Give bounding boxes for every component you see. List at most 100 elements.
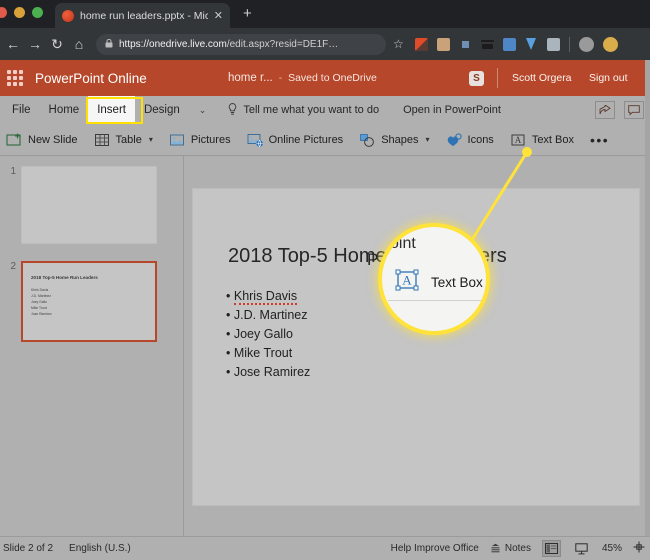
- slideshow-view-icon[interactable]: [572, 540, 591, 557]
- ext-image-icon[interactable]: [546, 37, 560, 51]
- language-label[interactable]: English (U.S.): [69, 543, 131, 554]
- thumbnail-bullets: Khris Davis J.D. Martinez Joey Gallo Mik…: [31, 287, 52, 317]
- ext-box-icon[interactable]: [436, 37, 450, 51]
- window-edge-strip: [645, 60, 650, 536]
- pictures-icon: [169, 132, 186, 148]
- shapes-button[interactable]: Shapes ▾: [351, 124, 437, 156]
- comment-icon[interactable]: [624, 101, 644, 119]
- chevron-down-icon[interactable]: ▾: [426, 135, 430, 144]
- thumbnail-preview-selected[interactable]: 2018 Top-5 Home Run Leaders Khris Davis …: [21, 261, 157, 342]
- address-bar-url: https://onedrive.live.com/edit.aspx?resi…: [119, 39, 338, 50]
- status-bar-right: Help Improve Office Notes 45%: [391, 540, 645, 558]
- back-icon[interactable]: ←: [2, 36, 24, 52]
- svg-text:A: A: [402, 273, 412, 288]
- fit-slide-icon[interactable]: [633, 540, 645, 558]
- new-slide-icon: [6, 132, 23, 148]
- thumbnail-bullet: Jose Ramirez: [31, 312, 52, 316]
- address-bar[interactable]: https://onedrive.live.com/edit.aspx?resi…: [96, 33, 386, 55]
- chevron-down-icon[interactable]: ▾: [149, 135, 153, 144]
- table-label: Table: [115, 133, 142, 146]
- browser-extensions: [414, 36, 618, 52]
- sign-out-link[interactable]: Sign out: [589, 72, 628, 84]
- notes-button[interactable]: Notes: [490, 540, 531, 558]
- help-improve-office-link[interactable]: Help Improve Office: [391, 543, 479, 554]
- tab-design[interactable]: Design: [135, 96, 189, 124]
- powerpoint-header: PowerPoint Online home r... - Saved to O…: [0, 60, 650, 96]
- slide-canvas-area: 2018 Top-5 Home Run Leaders Khris Davis …: [184, 156, 650, 536]
- notes-label: Notes: [504, 543, 531, 554]
- slide-bullet: Joey Gallo: [226, 325, 310, 344]
- browser-tabstrip: home run leaders.pptx - Micro ✕ +: [0, 0, 650, 28]
- notes-icon: [490, 540, 501, 558]
- bookmark-star-icon[interactable]: ☆: [393, 37, 404, 51]
- browser-navbar: ← → ↻ ⌂ https://onedrive.live.com/edit.a…: [0, 28, 650, 60]
- tab-file[interactable]: File: [3, 96, 40, 124]
- ext-shield-icon[interactable]: [525, 37, 538, 51]
- callout-text-box-item[interactable]: A Text Box: [394, 268, 483, 297]
- lightbulb-icon: [228, 102, 237, 118]
- slide-thumbnail-pane[interactable]: 1 2 2018 Top-5 Home Run Leaders Khris Da…: [0, 156, 184, 536]
- callout-ghost-text: oint: [390, 235, 416, 252]
- app-launcher-icon[interactable]: [7, 70, 23, 86]
- thumbnail-number: 1: [10, 166, 16, 177]
- icons-icon: [446, 132, 463, 148]
- window-traffic-lights: [0, 7, 43, 18]
- new-slide-button[interactable]: New Slide: [0, 124, 86, 156]
- text-box-label: Text Box: [531, 133, 574, 146]
- header-divider: [497, 68, 498, 88]
- home-icon[interactable]: ⌂: [68, 36, 90, 52]
- more-commands-button[interactable]: •••: [582, 132, 617, 148]
- editor-work-area: 1 2 2018 Top-5 Home Run Leaders Khris Da…: [0, 156, 650, 536]
- lock-icon: [105, 38, 113, 50]
- slide-body-placeholder[interactable]: Khris Davis J.D. Martinez Joey Gallo Mik…: [226, 287, 310, 382]
- ext-layers-icon[interactable]: [480, 38, 494, 51]
- zoom-level-label[interactable]: 45%: [602, 543, 622, 554]
- slide-count-label: Slide 2 of 2: [3, 543, 54, 554]
- user-name-label[interactable]: Scott Orgera: [512, 72, 572, 84]
- secondary-avatar[interactable]: [602, 36, 618, 52]
- thumbnail-number: 2: [10, 261, 16, 272]
- profile-avatar[interactable]: [578, 36, 594, 52]
- close-icon[interactable]: ✕: [214, 9, 223, 22]
- new-tab-button[interactable]: +: [243, 6, 252, 21]
- pictures-label: Pictures: [190, 133, 231, 146]
- normal-view-icon[interactable]: [541, 540, 561, 557]
- tell-me-label: Tell me what you want to do: [243, 104, 380, 116]
- chevron-down-icon[interactable]: ⌄: [199, 105, 207, 116]
- thumbnail-title: 2018 Top-5 Home Run Leaders: [31, 275, 98, 280]
- online-pictures-button[interactable]: Online Pictures: [239, 124, 352, 156]
- tab-home[interactable]: Home: [40, 96, 89, 124]
- browser-tab[interactable]: home run leaders.pptx - Micro ✕: [55, 3, 230, 28]
- tab-insert[interactable]: Insert: [88, 96, 135, 124]
- tell-me-search[interactable]: Tell me what you want to do: [228, 102, 380, 118]
- maximize-window-button[interactable]: [32, 7, 43, 18]
- thumbnail-preview[interactable]: [21, 166, 157, 244]
- toolbar-divider: [568, 36, 570, 52]
- icons-button[interactable]: Icons: [438, 124, 502, 156]
- callout-label: Text Box: [431, 275, 483, 290]
- forward-icon[interactable]: →: [24, 36, 46, 52]
- pictures-button[interactable]: Pictures: [161, 124, 239, 156]
- browser-tab-title: home run leaders.pptx - Micro: [80, 9, 208, 22]
- text-box-button[interactable]: A Text Box: [502, 124, 582, 156]
- share-icon[interactable]: [595, 101, 615, 119]
- open-in-powerpoint-link[interactable]: Open in PowerPoint: [403, 104, 501, 116]
- table-button[interactable]: Table ▾: [86, 124, 161, 156]
- shapes-label: Shapes: [381, 133, 419, 146]
- save-state-label: Saved to OneDrive: [288, 72, 377, 84]
- table-icon: [94, 132, 111, 148]
- thumbnail-item-2[interactable]: 2 2018 Top-5 Home Run Leaders Khris Davi…: [2, 261, 157, 342]
- skype-badge-icon[interactable]: S: [469, 70, 484, 86]
- ext-square-icon[interactable]: [459, 38, 472, 51]
- slide-bullet: J.D. Martinez: [226, 306, 310, 325]
- reload-icon[interactable]: ↻: [46, 36, 68, 53]
- text-box-icon: A: [510, 132, 527, 148]
- minimize-window-button[interactable]: [14, 7, 25, 18]
- powerpoint-favicon: [62, 9, 74, 22]
- ext-pocket-icon[interactable]: [414, 37, 428, 51]
- close-window-button[interactable]: [0, 7, 7, 18]
- ext-save-icon[interactable]: [502, 37, 516, 51]
- thumbnail-item-1[interactable]: 1: [2, 166, 157, 244]
- browser-chrome: home run leaders.pptx - Micro ✕ + ← → ↻ …: [0, 0, 650, 60]
- document-name[interactable]: home r...: [228, 72, 273, 84]
